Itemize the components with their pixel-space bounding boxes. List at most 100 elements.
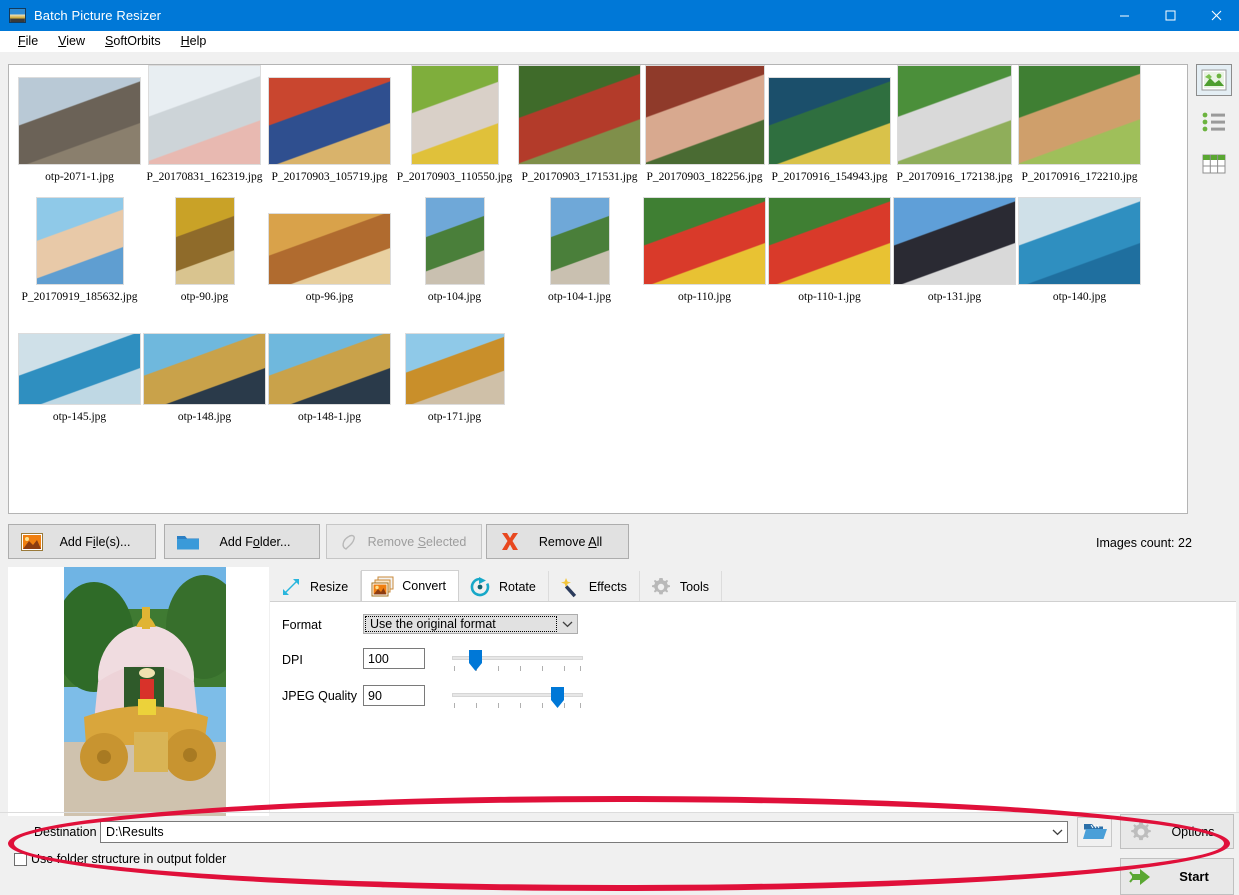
menu-bar: File View SoftOrbits Help bbox=[0, 31, 1239, 52]
thumbnail-item[interactable]: P_20170903_171531.jpg bbox=[517, 65, 642, 183]
details-view-icon[interactable] bbox=[1196, 148, 1232, 180]
thumbnail-item[interactable]: otp-131.jpg bbox=[892, 191, 1017, 303]
remove-selected-label: Remove Selected bbox=[367, 534, 467, 549]
window-title: Batch Picture Resizer bbox=[34, 8, 162, 23]
thumbnail-item[interactable]: otp-171.jpg bbox=[392, 311, 517, 423]
thumbnail-image[interactable] bbox=[18, 333, 141, 405]
thumbnail-item[interactable]: P_20170831_162319.jpg bbox=[142, 65, 267, 183]
dpi-slider[interactable] bbox=[452, 650, 583, 676]
thumbnail-item[interactable]: otp-148-1.jpg bbox=[267, 311, 392, 423]
thumbnail-item[interactable]: otp-104.jpg bbox=[392, 191, 517, 303]
thumbnail-image[interactable] bbox=[643, 197, 766, 285]
thumbnail-item[interactable]: otp-110-1.jpg bbox=[767, 191, 892, 303]
app-icon bbox=[9, 8, 26, 23]
thumbnail-item[interactable]: otp-90.jpg bbox=[142, 191, 267, 303]
resize-arrow-icon bbox=[278, 576, 304, 598]
tab-effects[interactable]: Effects bbox=[548, 571, 640, 602]
thumbnail-filename: otp-148-1.jpg bbox=[298, 411, 361, 423]
thumbnail-image[interactable] bbox=[897, 65, 1012, 165]
format-combobox[interactable]: Use the original format bbox=[363, 614, 578, 634]
thumbnail-item[interactable]: otp-2071-1.jpg bbox=[17, 71, 142, 183]
bottom-separator bbox=[0, 812, 1239, 813]
destination-label: Destination bbox=[34, 825, 97, 839]
tab-tools[interactable]: Tools bbox=[639, 571, 723, 602]
thumbnail-row: P_20170919_185632.jpg otp-90.jpg otp-96.jp… bbox=[9, 191, 1187, 303]
magic-wand-icon bbox=[557, 576, 583, 598]
menu-item-softorbits[interactable]: SoftOrbits bbox=[95, 32, 171, 50]
jpeg-slider-ticks bbox=[452, 703, 583, 711]
thumbnail-image[interactable] bbox=[143, 333, 266, 405]
thumbnail-image[interactable] bbox=[768, 197, 891, 285]
thumbnail-image[interactable] bbox=[1018, 65, 1141, 165]
thumbnail-image[interactable] bbox=[18, 77, 141, 165]
menu-item-file[interactable]: File bbox=[8, 32, 48, 50]
thumbnail-image[interactable] bbox=[404, 333, 505, 405]
thumbnail-item[interactable]: P_20170916_172210.jpg bbox=[1017, 65, 1142, 183]
thumbnail-image[interactable] bbox=[518, 65, 641, 165]
close-button[interactable] bbox=[1193, 0, 1239, 31]
options-button[interactable]: Options bbox=[1120, 814, 1234, 849]
thumbnail-item[interactable]: P_20170903_110550.jpg bbox=[392, 65, 517, 183]
thumbnail-filename: otp-110-1.jpg bbox=[798, 291, 861, 303]
thumbnail-image[interactable] bbox=[1018, 197, 1141, 285]
thumbnail-list[interactable]: otp-2071-1.jpg P_20170831_162319.jpg P_201… bbox=[8, 64, 1188, 514]
thumbnail-item[interactable]: otp-96.jpg bbox=[267, 191, 392, 303]
thumbnail-filename: P_20170916_154943.jpg bbox=[771, 171, 888, 183]
dpi-input[interactable] bbox=[363, 648, 425, 669]
tab-resize[interactable]: Resize bbox=[270, 571, 362, 602]
add-folder-button[interactable]: Add Folder... bbox=[164, 524, 320, 559]
chevron-down-icon[interactable] bbox=[1047, 828, 1067, 836]
remove-all-button[interactable]: Remove All bbox=[486, 524, 629, 559]
gear-icon bbox=[1121, 820, 1161, 844]
thumbnail-image[interactable] bbox=[148, 65, 261, 165]
thumbnail-item[interactable]: otp-104-1.jpg bbox=[517, 191, 642, 303]
thumbnail-item[interactable]: P_20170919_185632.jpg bbox=[17, 191, 142, 303]
thumbnail-item[interactable]: P_20170903_105719.jpg bbox=[267, 71, 392, 183]
jpeg-quality-slider[interactable] bbox=[452, 687, 583, 713]
thumbnail-filename: otp-171.jpg bbox=[427, 411, 482, 423]
thumbnail-filename: otp-131.jpg bbox=[927, 291, 982, 303]
main-content: otp-2071-1.jpg P_20170831_162319.jpg P_201… bbox=[0, 52, 1239, 895]
thumbnail-view-icon[interactable] bbox=[1196, 64, 1232, 96]
thumbnail-filename: otp-110.jpg bbox=[678, 291, 731, 303]
thumbnail-image[interactable] bbox=[268, 333, 391, 405]
destination-combobox[interactable]: D:\Results bbox=[100, 821, 1068, 843]
add-folder-label: Add Folder... bbox=[219, 534, 291, 549]
thumbnail-image[interactable] bbox=[268, 77, 391, 165]
browse-folder-button[interactable] bbox=[1077, 817, 1112, 847]
folder-structure-checkbox-row[interactable]: Use folder structure in output folder bbox=[14, 852, 226, 866]
thumbnail-filename: otp-140.jpg bbox=[1052, 291, 1107, 303]
start-label: Start bbox=[1179, 869, 1209, 884]
minimize-button[interactable] bbox=[1101, 0, 1147, 31]
tab-convert[interactable]: Convert bbox=[361, 570, 459, 602]
thumbnail-item[interactable]: P_20170903_182256.jpg bbox=[642, 65, 767, 183]
thumbnail-image[interactable] bbox=[644, 65, 765, 165]
thumbnail-image[interactable] bbox=[549, 197, 610, 285]
thumbnail-item[interactable]: otp-140.jpg bbox=[1017, 191, 1142, 303]
picture-icon bbox=[15, 532, 49, 551]
list-view-icon[interactable] bbox=[1196, 106, 1232, 138]
thumbnail-item[interactable]: otp-148.jpg bbox=[142, 311, 267, 423]
thumbnail-item[interactable]: otp-110.jpg bbox=[642, 191, 767, 303]
start-button[interactable]: Start bbox=[1120, 858, 1234, 895]
add-files-button[interactable]: Add File(s)... bbox=[8, 524, 156, 559]
jpeg-quality-input[interactable] bbox=[363, 685, 425, 706]
thumbnail-item[interactable]: P_20170916_154943.jpg bbox=[767, 71, 892, 183]
maximize-button[interactable] bbox=[1147, 0, 1193, 31]
thumbnail-image[interactable] bbox=[410, 65, 499, 165]
menu-item-help[interactable]: Help bbox=[171, 32, 217, 50]
remove-selected-button[interactable]: Remove Selected bbox=[326, 524, 482, 559]
thumbnail-image[interactable] bbox=[768, 77, 891, 165]
thumbnail-image[interactable] bbox=[424, 197, 485, 285]
tab-tools-label: Tools bbox=[679, 579, 710, 594]
thumbnail-image[interactable] bbox=[35, 197, 124, 285]
thumbnail-item[interactable]: P_20170916_172138.jpg bbox=[892, 65, 1017, 183]
menu-item-view[interactable]: View bbox=[48, 32, 95, 50]
thumbnail-image[interactable] bbox=[174, 197, 235, 285]
thumbnail-item[interactable]: otp-145.jpg bbox=[17, 311, 142, 423]
folder-structure-checkbox[interactable] bbox=[14, 852, 27, 866]
jpeg-quality-label: JPEG Quality bbox=[282, 689, 358, 703]
tab-rotate[interactable]: Rotate bbox=[459, 571, 549, 602]
thumbnail-image[interactable] bbox=[893, 197, 1016, 285]
thumbnail-image[interactable] bbox=[268, 213, 391, 285]
